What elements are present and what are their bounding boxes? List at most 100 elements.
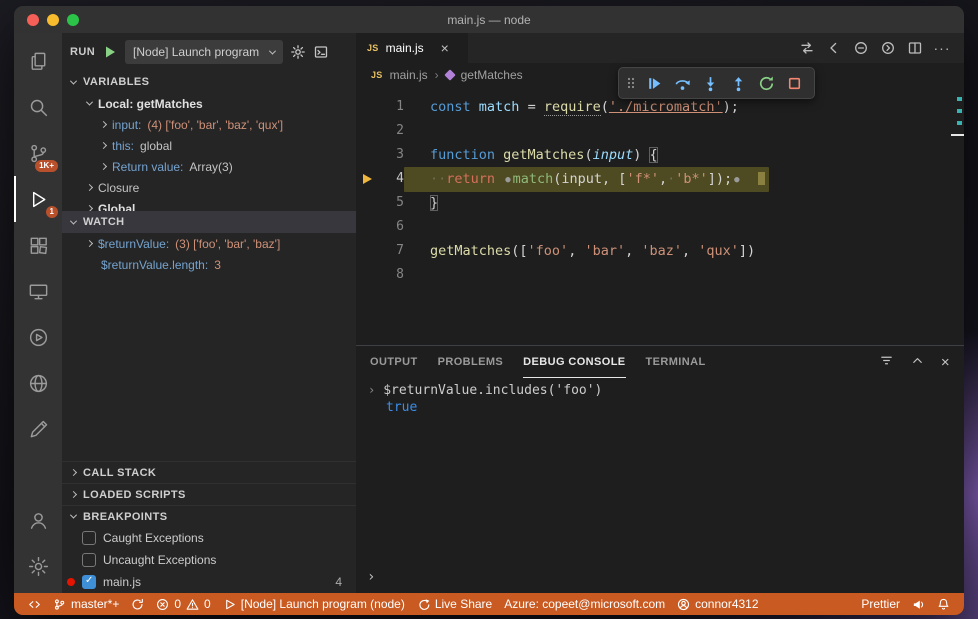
panel-tab-terminal[interactable]: TERMINAL [646, 346, 706, 378]
loaded-scripts-label: LOADED SCRIPTS [83, 488, 186, 501]
live-share-label: Live Share [434, 597, 493, 611]
code-line[interactable]: 3 function getMatches(input) { [356, 143, 964, 167]
extensions-icon[interactable] [14, 222, 62, 268]
scope-global[interactable]: Global [62, 198, 356, 211]
zoom-window-button[interactable] [67, 13, 79, 26]
close-panel-icon[interactable]: × [941, 354, 950, 371]
drag-handle-icon[interactable] [626, 75, 636, 91]
editor-actions: ··· [795, 33, 964, 63]
debug-current-line-arrow-icon [362, 174, 372, 184]
person-icon [678, 598, 690, 610]
scope-local[interactable]: Local: getMatches [62, 93, 356, 114]
chevron-right-icon [85, 183, 94, 192]
launch-config-dropdown[interactable]: [Node] Launch program [125, 40, 284, 64]
notifications-status[interactable] [931, 598, 956, 611]
breakpoint-row[interactable]: main.js 4 [62, 571, 356, 593]
live-share-status[interactable]: Live Share [411, 593, 498, 615]
test-explorer-icon[interactable] [14, 314, 62, 360]
explorer-icon[interactable] [14, 38, 62, 84]
accounts-icon[interactable] [14, 497, 62, 543]
scope-label: Closure [98, 180, 140, 195]
code-line[interactable]: 8 [356, 263, 964, 287]
checkbox-checked[interactable] [82, 575, 96, 589]
breakpoint-row[interactable]: Uncaught Exceptions [62, 549, 356, 571]
settings-gear-icon[interactable] [14, 543, 62, 589]
feedback-status[interactable] [906, 598, 931, 611]
formatter-label: Prettier [861, 597, 900, 611]
chevron-right-icon [99, 162, 108, 171]
more-actions-icon[interactable]: ··· [930, 36, 954, 60]
status-bar-right: Prettier [855, 597, 956, 611]
dash-circle-icon[interactable] [849, 36, 873, 60]
step-over-button[interactable] [669, 70, 695, 96]
configure-launch-gear-icon[interactable] [290, 44, 306, 60]
split-editor-icon[interactable] [903, 36, 927, 60]
debug-console-content[interactable]: › $returnValue.includes('foo') true › [356, 378, 964, 593]
remote-explorer-icon[interactable] [14, 268, 62, 314]
code-line[interactable]: 2 [356, 119, 964, 143]
variable-row[interactable]: this: global [62, 135, 356, 156]
tab-mainjs[interactable]: JS main.js × [356, 33, 468, 63]
azure-account-status[interactable]: Azure: copeet@microsoft.com [498, 593, 671, 615]
watch-section-header[interactable]: WATCH [62, 211, 356, 233]
loaded-scripts-section-header[interactable]: LOADED SCRIPTS [62, 483, 356, 505]
breakpoints-section-header[interactable]: BREAKPOINTS [62, 505, 356, 527]
variable-row[interactable]: Return value: Array(3) [62, 156, 356, 177]
call-stack-section-header[interactable]: CALL STACK [62, 461, 356, 483]
step-into-button[interactable] [697, 70, 723, 96]
overview-ruler-mark [957, 97, 962, 101]
open-debug-console-icon[interactable] [313, 44, 329, 60]
search-icon[interactable] [14, 84, 62, 130]
watch-row[interactable]: $returnValue.length: 3 [62, 254, 356, 275]
continue-button[interactable] [641, 70, 667, 96]
sync-status[interactable] [125, 593, 150, 615]
browser-preview-icon[interactable] [14, 360, 62, 406]
minimize-window-button[interactable] [47, 13, 59, 26]
chevron-right-icon [99, 120, 108, 129]
step-out-button[interactable] [725, 70, 751, 96]
stop-button[interactable] [781, 70, 807, 96]
collapse-panel-icon[interactable] [910, 353, 925, 371]
watch-row[interactable]: $returnValue: (3) ['foo', 'bar', 'baz'] [62, 233, 356, 254]
code-line[interactable]: 4 ··return ● match(input, ['f*',·'b*']); ● [356, 166, 964, 192]
panel-tab-debug-console[interactable]: DEBUG CONSOLE [523, 346, 626, 378]
variables-section-header[interactable]: VARIABLES [62, 71, 356, 93]
tab-label: main.js [385, 41, 424, 55]
start-debugging-button[interactable] [102, 44, 118, 60]
variable-value: Array(3) [189, 159, 233, 174]
run-and-debug-icon[interactable]: 1 [14, 176, 62, 222]
breakpoint-row[interactable]: Caught Exceptions [62, 527, 356, 549]
restart-button[interactable] [753, 70, 779, 96]
pen-extension-icon[interactable] [14, 406, 62, 452]
breakpoint-margin[interactable] [356, 174, 378, 184]
console-prompt[interactable]: › [367, 569, 375, 585]
launch-config-status[interactable]: [Node] Launch program (node) [217, 593, 411, 615]
open-changes-icon[interactable] [795, 36, 819, 60]
breadcrumb-symbol[interactable]: getMatches [461, 68, 523, 82]
git-branch-status[interactable]: master*+ [47, 593, 125, 615]
close-window-button[interactable] [27, 13, 39, 26]
filter-icon[interactable] [879, 353, 894, 371]
scope-closure[interactable]: Closure [62, 177, 356, 198]
variable-row[interactable]: input: (4) ['foo', 'bar', 'baz', 'qux'] [62, 114, 356, 135]
code-editor[interactable]: 1 const match = require('./micromatch'); 2… [356, 87, 964, 345]
code-line[interactable]: 6 [356, 215, 964, 239]
warning-count: 0 [204, 597, 211, 611]
problems-status[interactable]: 0 0 [150, 593, 216, 615]
code-line[interactable]: 7 getMatches(['foo', 'bar', 'baz', 'qux']… [356, 239, 964, 263]
formatter-status[interactable]: Prettier [855, 597, 906, 611]
source-control-icon[interactable]: 1K+ [14, 130, 62, 176]
status-bar: master*+ 0 0 [Node] Launch program (node… [14, 593, 964, 615]
checkbox-unchecked[interactable] [82, 531, 96, 545]
checkbox-unchecked[interactable] [82, 553, 96, 567]
breadcrumb-file[interactable]: main.js [390, 68, 428, 82]
navigate-back-icon[interactable] [822, 36, 846, 60]
github-account-status[interactable]: connor4312 [671, 593, 764, 615]
remote-indicator[interactable] [22, 593, 47, 615]
close-tab-icon[interactable]: × [441, 41, 449, 55]
code-line[interactable]: 5} [356, 191, 964, 215]
panel-tab-problems[interactable]: PROBLEMS [438, 346, 504, 378]
panel-tab-output[interactable]: OUTPUT [370, 346, 418, 378]
breakpoint-dot-icon [67, 578, 75, 586]
navigate-forward-circle-icon[interactable] [876, 36, 900, 60]
